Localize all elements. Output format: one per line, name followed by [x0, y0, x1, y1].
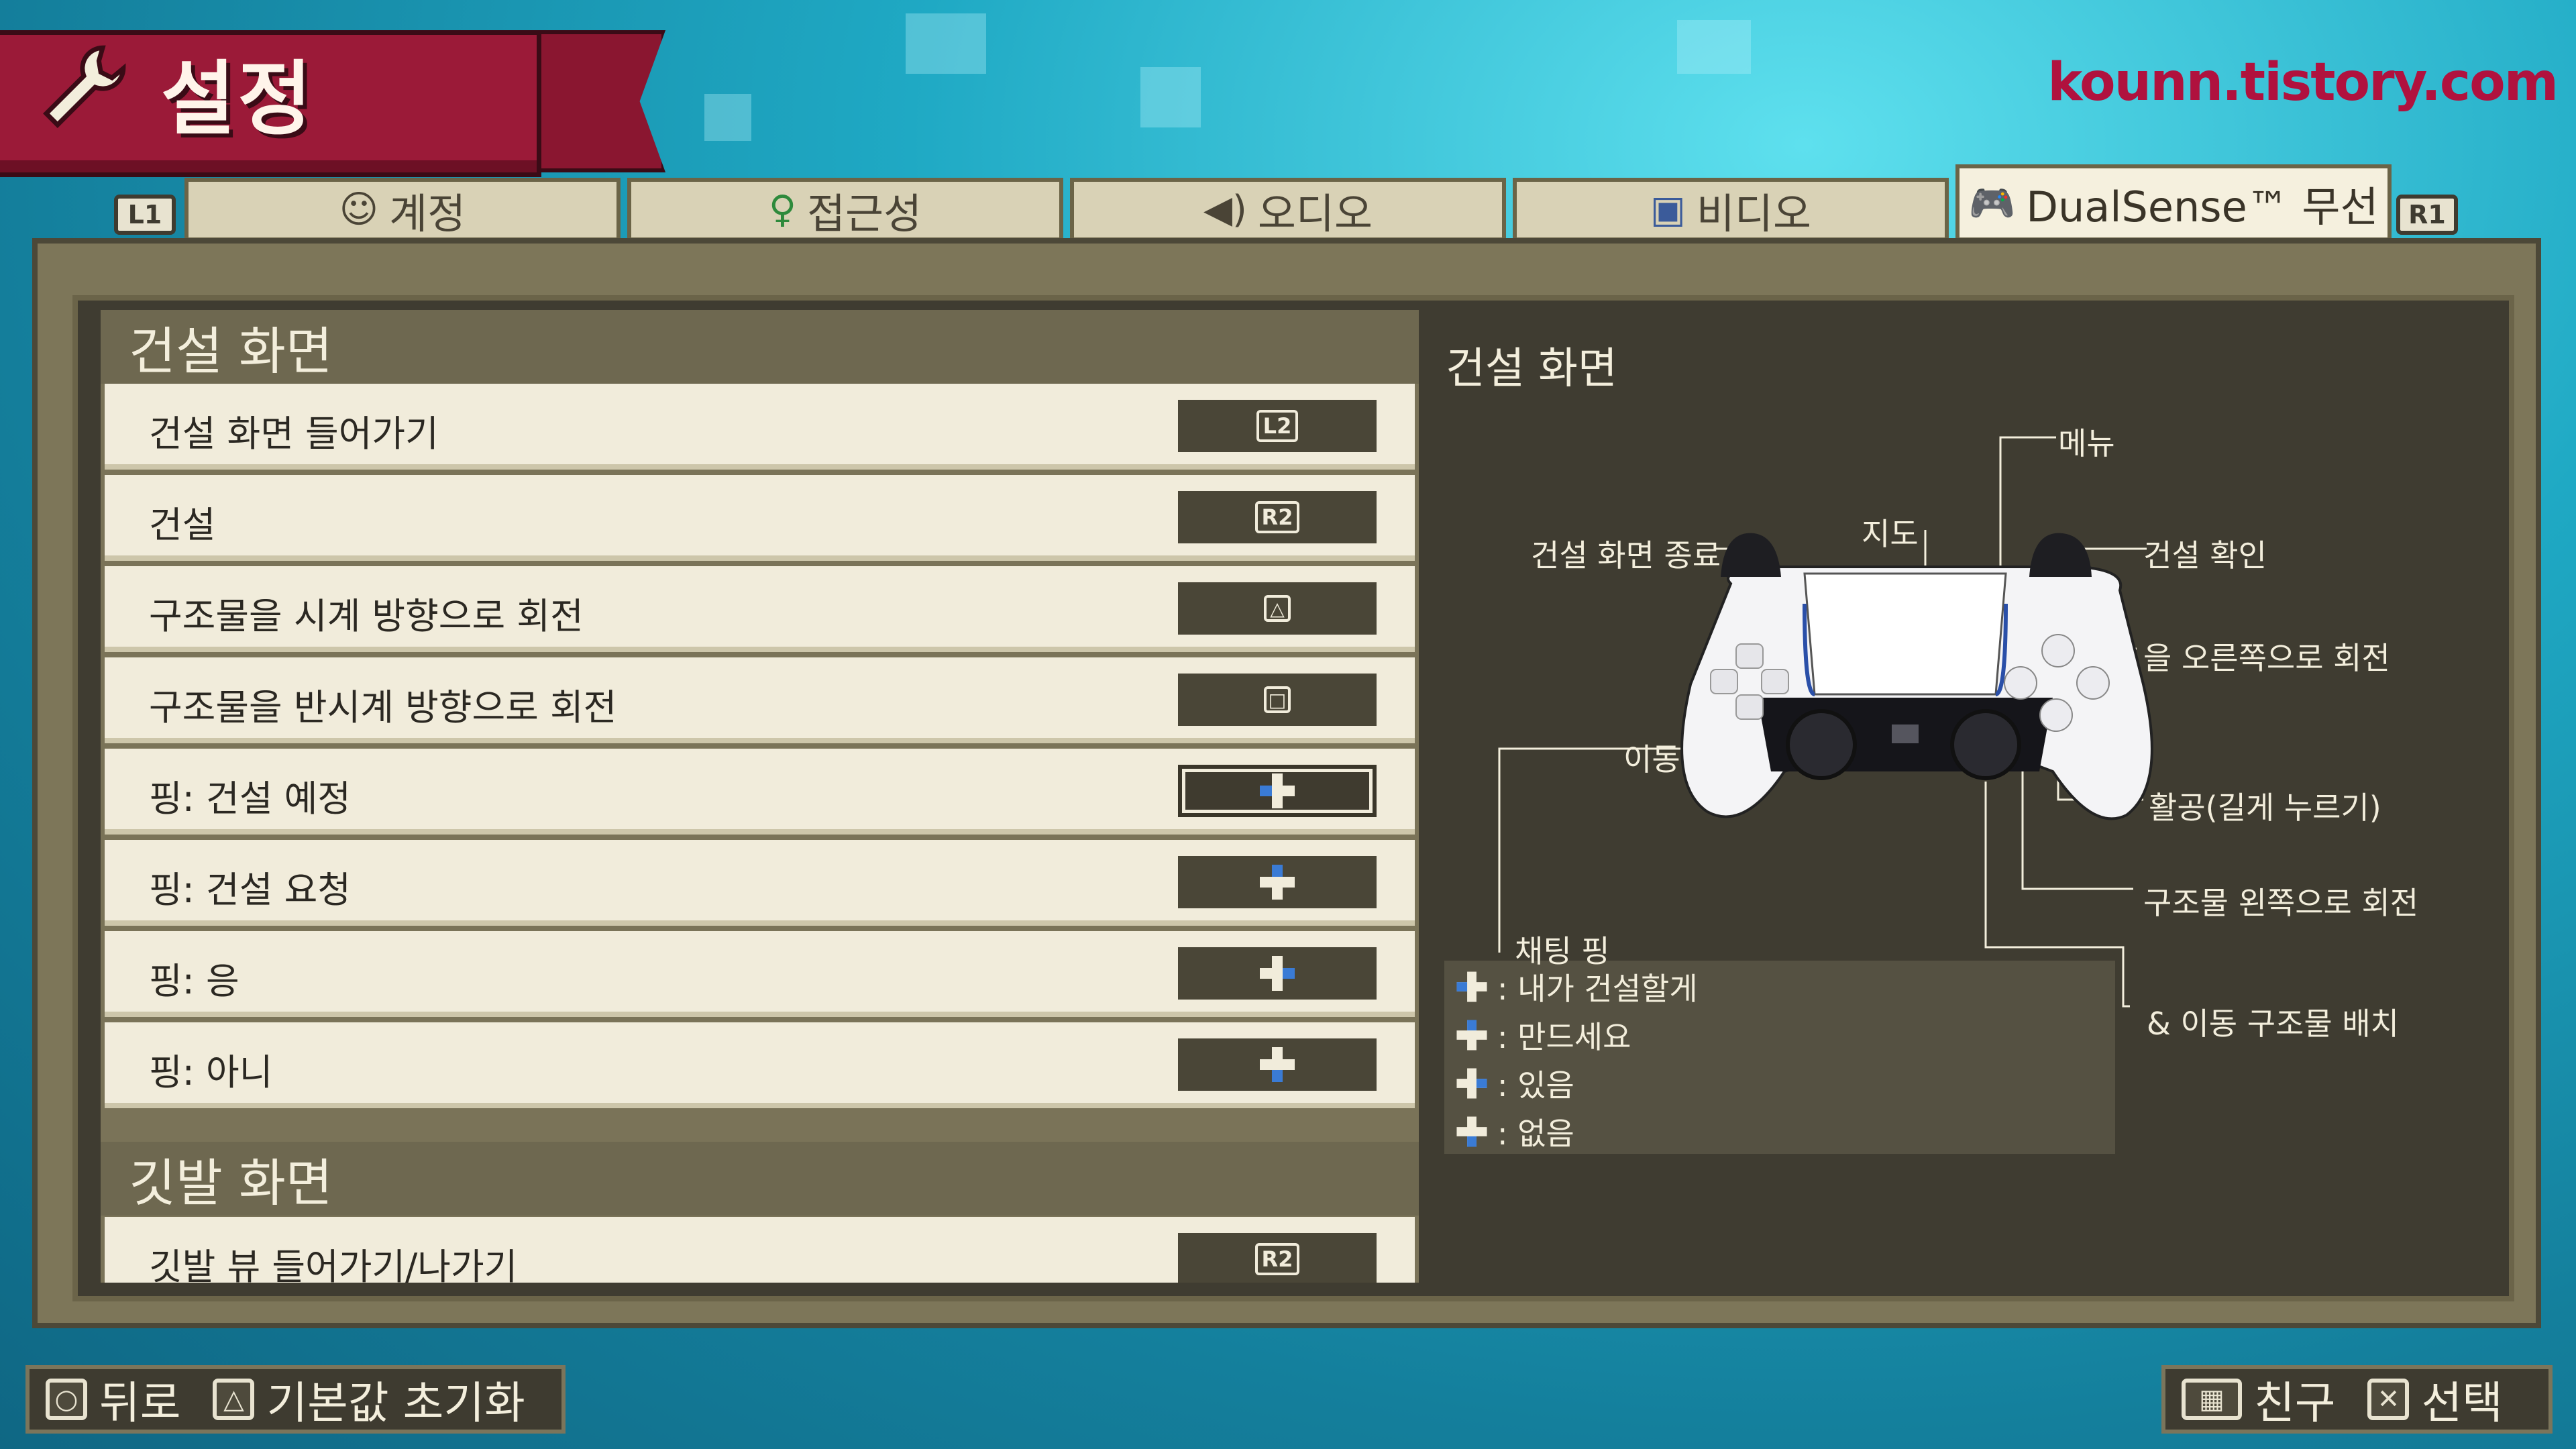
- footer-left-bar: ○ 뒤로 △ 기본값 초기화: [25, 1365, 566, 1434]
- left-stick: [1786, 709, 1857, 780]
- diagram-label-rotate-right: 을 오른쪽으로 회전: [2143, 640, 2390, 676]
- right-stick: [1950, 709, 2021, 780]
- chat-ping-row: : 있음: [1454, 1061, 1574, 1106]
- friends-button[interactable]: ▦ 친구: [2182, 1367, 2335, 1432]
- controller-diagram: [1498, 436, 2153, 1008]
- chat-ping-row: : 없음: [1454, 1110, 1574, 1154]
- triangle-icon: △: [213, 1379, 255, 1420]
- chat-ping-row: : 만드세요: [1454, 1013, 1631, 1057]
- diagram-label-map: 지도: [1862, 516, 1919, 552]
- dpad-down-icon: [1456, 1116, 1487, 1147]
- diagram-label-move: 이동: [1623, 741, 1680, 777]
- r2-trigger: [2029, 533, 2092, 577]
- diagram-label-activate: 활공(길게 누르기): [2149, 790, 2381, 826]
- diagram-label-confirm: 건설 확인: [2143, 537, 2267, 574]
- diagram-label-place: & 이동 구조물 배치: [2147, 1006, 2399, 1042]
- dpad-up-icon: [1456, 1020, 1487, 1051]
- footer-right-bar: ▦ 친구 ✕ 선택: [2161, 1365, 2553, 1434]
- chat-ping-row: : 내가 건설할게: [1454, 965, 1698, 1009]
- dpad-right-icon: [1456, 1068, 1487, 1099]
- diagram-label-exit: 건설 화면 종료: [1531, 537, 1721, 574]
- l2-trigger: [1721, 533, 1781, 577]
- select-button[interactable]: ✕ 선택: [2367, 1367, 2503, 1432]
- back-button[interactable]: ○ 뒤로: [46, 1367, 180, 1432]
- diagram-label-menu: 메뉴: [2058, 425, 2115, 462]
- touchpad: [1803, 572, 2007, 696]
- cross-icon: ✕: [2367, 1379, 2410, 1420]
- reset-defaults-button[interactable]: △ 기본값 초기화: [213, 1367, 525, 1432]
- diagram-label-rotate-left: 구조물 왼쪽으로 회전: [2143, 885, 2419, 921]
- circle-icon: ○: [46, 1379, 87, 1420]
- dpad-left-icon: [1456, 971, 1487, 1002]
- touchpad-icon: ▦: [2182, 1379, 2242, 1420]
